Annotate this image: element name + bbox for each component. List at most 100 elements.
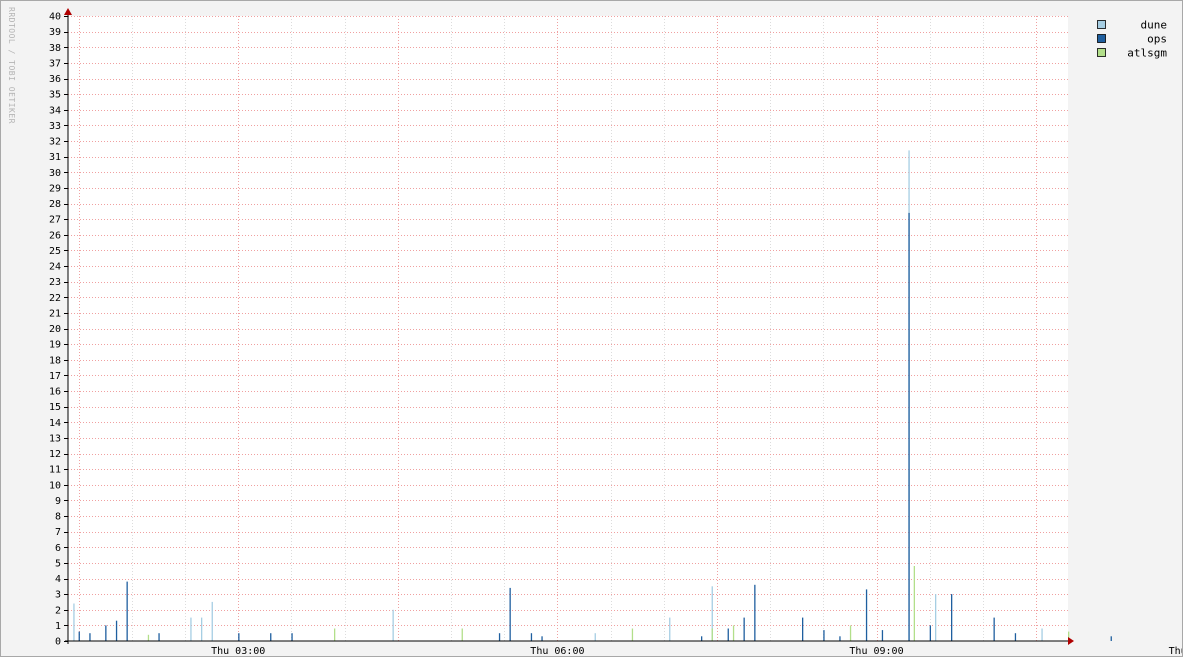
- ops-bar: [865, 589, 868, 641]
- y-tick-label: 14: [49, 418, 61, 429]
- y-tick-label: 0: [55, 637, 61, 648]
- ops-bar: [993, 617, 995, 641]
- y-tick-label: 10: [49, 480, 61, 491]
- dune-bar: [594, 633, 596, 641]
- y-tick-label: 28: [49, 199, 61, 210]
- ops-bar: [1014, 633, 1017, 641]
- dune-bar: [73, 603, 75, 641]
- ops-bar: [727, 628, 729, 641]
- y-tick-label: 34: [49, 105, 61, 116]
- x-tick-labels: Thu 03:00Thu 06:00Thu 09:00Thu 12:00Thu …: [211, 646, 1182, 656]
- ops-bar: [951, 594, 953, 641]
- y-tick-label: 16: [49, 387, 61, 398]
- y-tick-label: 9: [55, 496, 61, 507]
- ops-bar: [823, 630, 825, 641]
- x-tick-label: Thu 03:00: [211, 646, 265, 656]
- y-tick-label: 37: [49, 58, 61, 69]
- chart-frame: RRDTOOL / TOBI OETIKER 0 1 2 3 4 5 6 7 8 9 10 11 12 1…: [0, 0, 1183, 657]
- y-tick-label: 39: [49, 27, 61, 38]
- atlsgm-bar: [631, 628, 634, 641]
- ops-bar: [908, 212, 910, 641]
- dune-bar: [669, 617, 671, 641]
- y-tick-label: 13: [49, 433, 61, 444]
- ops-bar: [89, 633, 91, 641]
- y-tick-label: 30: [49, 168, 61, 179]
- x-tick-label: Thu 09:00: [849, 646, 903, 656]
- y-tick-label: 21: [49, 308, 61, 319]
- y-tick-label: 35: [49, 90, 61, 101]
- legend-swatch-dune: [1097, 20, 1106, 29]
- ops-bar: [498, 633, 501, 641]
- dune-bar: [190, 617, 192, 641]
- y-tick-label: 26: [49, 230, 61, 241]
- legend-swatch-ops: [1097, 34, 1106, 43]
- y-tick-label: 20: [49, 324, 61, 335]
- ops-bar: [291, 633, 293, 641]
- ops-bar: [238, 633, 240, 641]
- y-tick-label: 31: [49, 152, 61, 163]
- watermark: RRDTOOL / TOBI OETIKER: [7, 7, 16, 124]
- atlsgm-bar: [913, 566, 915, 641]
- y-axis-arrow: [64, 8, 72, 15]
- ops-bar: [530, 633, 533, 641]
- y-tick-label: 23: [49, 277, 61, 288]
- y-tick-label: 33: [49, 121, 61, 132]
- ops-bar: [78, 631, 80, 641]
- y-tick-label: 38: [49, 43, 61, 54]
- y-tick-label: 24: [49, 262, 61, 273]
- y-tick-label: 7: [55, 527, 61, 538]
- legend-swatch-atlsgm: [1097, 48, 1106, 57]
- ops-bar: [126, 581, 128, 641]
- y-tick-label: 40: [49, 12, 61, 23]
- y-tick-label: 11: [49, 465, 61, 476]
- atlsgm-bar: [334, 628, 336, 641]
- y-tick-label: 6: [55, 543, 61, 554]
- y-tick-label: 4: [55, 574, 61, 585]
- ops-bar: [881, 630, 884, 641]
- ops-bar: [1110, 636, 1112, 641]
- ops-bar: [802, 617, 804, 641]
- y-tick-label: 25: [49, 246, 61, 257]
- legend-label-dune: dune: [1141, 19, 1168, 32]
- dune-bar: [935, 594, 937, 641]
- ops-bar: [929, 625, 931, 641]
- dune-bar: [1041, 628, 1043, 641]
- ops-bar: [158, 633, 160, 641]
- y-tick-label: 36: [49, 74, 61, 85]
- atlsgm-bar: [461, 628, 463, 641]
- atlsgm-bar: [732, 625, 735, 641]
- y-tick-label: 29: [49, 183, 61, 194]
- ops-bar: [701, 636, 703, 641]
- y-tick-label: 17: [49, 371, 61, 382]
- atlsgm-bar: [147, 634, 150, 642]
- atlsgm-bar: [849, 625, 852, 641]
- x-tick-label: Thu 12:00: [1169, 646, 1182, 656]
- dune-bar: [201, 617, 203, 641]
- legend-label-ops: ops: [1147, 33, 1167, 46]
- ops-bar: [839, 636, 841, 641]
- y-tick-label: 1: [55, 621, 61, 632]
- y-tick-label: 27: [49, 215, 61, 226]
- y-tick-labels: 0123456789101112131415161718192021222324…: [49, 12, 68, 648]
- y-tick-label: 32: [49, 137, 61, 148]
- ops-bar: [105, 625, 107, 641]
- y-tick-label: 8: [55, 512, 61, 523]
- ops-bar: [541, 636, 543, 641]
- legend-label-atlsgm: atlsgm: [1127, 47, 1167, 60]
- atlsgm-bar: [711, 628, 713, 641]
- y-tick-label: 22: [49, 293, 61, 304]
- y-tick-label: 5: [55, 558, 61, 569]
- ops-bar: [743, 617, 745, 641]
- y-tick-label: 15: [49, 402, 61, 413]
- legend: duneopsatlsgm: [1097, 19, 1168, 60]
- x-axis-arrow: [1068, 637, 1074, 645]
- dune-bar: [211, 601, 213, 641]
- y-tick-label: 12: [49, 449, 61, 460]
- x-tick-label: Thu 06:00: [530, 646, 584, 656]
- y-tick-label: 18: [49, 355, 61, 366]
- chart: RRDTOOL / TOBI OETIKER 01234567891011121…: [7, 7, 1182, 656]
- ops-bar: [270, 633, 272, 641]
- ops-bar: [754, 584, 756, 642]
- ops-bar: [509, 587, 511, 641]
- y-tick-label: 19: [49, 340, 61, 351]
